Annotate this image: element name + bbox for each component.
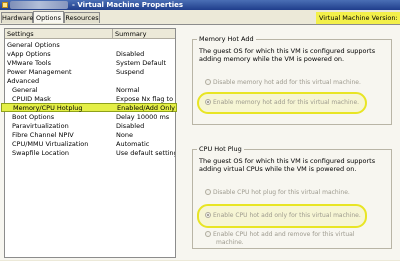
setting-name: Power Management <box>7 68 72 76</box>
setting-summary: Suspend <box>116 68 145 76</box>
enable-cpu-hot-add-only-option[interactable]: Enable CPU hot add only for this virtual… <box>205 211 361 220</box>
list-item[interactable]: General Options <box>5 41 175 50</box>
setting-name: VMware Tools <box>7 59 51 67</box>
memory-hot-add-description: The guest OS for which this VM is config… <box>199 47 376 63</box>
radio-button-selected[interactable] <box>205 99 211 105</box>
settings-column-header[interactable]: Settings <box>5 29 113 39</box>
list-item[interactable]: VMware Tools System Default <box>5 59 175 68</box>
app-icon <box>2 2 8 8</box>
options-page: Settings Summary General Options vApp Op… <box>0 24 400 260</box>
list-item[interactable]: Fibre Channel NPIV None <box>5 131 175 140</box>
memory-hot-add-title: Memory Hot Add <box>197 35 256 43</box>
option-label: Enable memory hot add for this virtual m… <box>213 99 360 106</box>
list-item-selected[interactable]: Memory/CPU Hotplug Enabled/Add Only <box>1 103 177 112</box>
disable-cpu-hot-plug-option[interactable]: Disable CPU hot plug for this virtual ma… <box>205 188 350 197</box>
title-bar: - Virtual Machine Properties <box>0 0 400 10</box>
radio-button-selected[interactable] <box>205 212 211 218</box>
list-item[interactable]: Boot Options Delay 10000 ms <box>5 113 175 122</box>
list-item[interactable]: vApp Options Disabled <box>5 50 175 59</box>
setting-summary: Disabled <box>116 122 145 130</box>
setting-name: Memory/CPU Hotplug <box>13 104 83 112</box>
setting-summary: None <box>116 131 133 139</box>
settings-list: Settings Summary General Options vApp Op… <box>1 28 177 258</box>
radio-button[interactable] <box>205 231 211 237</box>
blurred-vm-name <box>10 1 68 9</box>
setting-name: General <box>12 86 38 94</box>
list-item[interactable]: Paravirtualization Disabled <box>5 122 175 131</box>
setting-summary: Normal <box>116 86 140 94</box>
option-label: Disable CPU hot plug for this virtual ma… <box>213 189 350 196</box>
tab-resources[interactable]: Resources <box>64 12 100 23</box>
list-item[interactable]: Swapfile Location Use default settings <box>5 149 175 158</box>
radio-button[interactable] <box>205 79 211 85</box>
setting-summary: Delay 10000 ms <box>116 113 170 121</box>
setting-name: Paravirtualization <box>12 122 69 130</box>
setting-summary: Automatic <box>116 140 150 148</box>
setting-name: Advanced <box>7 77 40 85</box>
option-label-continued: machine. <box>205 238 244 247</box>
setting-name: Boot Options <box>12 113 55 121</box>
setting-summary: Disabled <box>116 50 145 58</box>
setting-summary: Use default settings <box>116 149 175 157</box>
setting-name: General Options <box>7 41 60 49</box>
list-item[interactable]: Advanced <box>5 77 175 86</box>
option-label: machine. <box>216 239 244 246</box>
radio-button[interactable] <box>205 189 211 195</box>
cpu-hot-plug-title: CPU Hot Plug <box>197 145 244 153</box>
memory-hot-add-group: Memory Hot Add The guest OS for which th… <box>192 35 392 125</box>
option-label: Enable CPU hot add and remove for this v… <box>213 231 355 238</box>
cpu-hot-plug-group: CPU Hot Plug The guest OS for which this… <box>192 145 392 249</box>
setting-name: Fibre Channel NPIV <box>12 131 74 139</box>
list-item[interactable]: General Normal <box>5 86 175 95</box>
tab-options[interactable]: Options <box>33 11 64 23</box>
summary-column-header[interactable]: Summary <box>113 29 175 39</box>
setting-name: Swapfile Location <box>12 149 70 157</box>
setting-summary: Enabled/Add Only <box>117 104 175 112</box>
option-label: Enable CPU hot add only for this virtual… <box>213 212 361 219</box>
vm-version-label: Virtual Machine Version: 7 <box>316 12 400 34</box>
enable-memory-hot-add-option[interactable]: Enable memory hot add for this virtual m… <box>205 98 359 107</box>
cpu-hot-plug-description: The guest OS for which this VM is config… <box>199 157 376 173</box>
setting-name: CPU/MMU Virtualization <box>12 140 89 148</box>
disable-memory-hot-add-option[interactable]: Disable memory hot add for this virtual … <box>205 78 361 87</box>
setting-name: vApp Options <box>7 50 51 58</box>
setting-summary: System Default <box>116 59 167 67</box>
list-item[interactable]: Power Management Suspend <box>5 68 175 77</box>
hotplug-settings-panel: Memory Hot Add The guest OS for which th… <box>182 25 400 261</box>
tab-hardware[interactable]: Hardware <box>1 12 33 23</box>
list-item[interactable]: CPU/MMU Virtualization Automatic <box>5 140 175 149</box>
option-label: Disable memory hot add for this virtual … <box>213 79 361 86</box>
window-title: - Virtual Machine Properties <box>72 1 184 9</box>
